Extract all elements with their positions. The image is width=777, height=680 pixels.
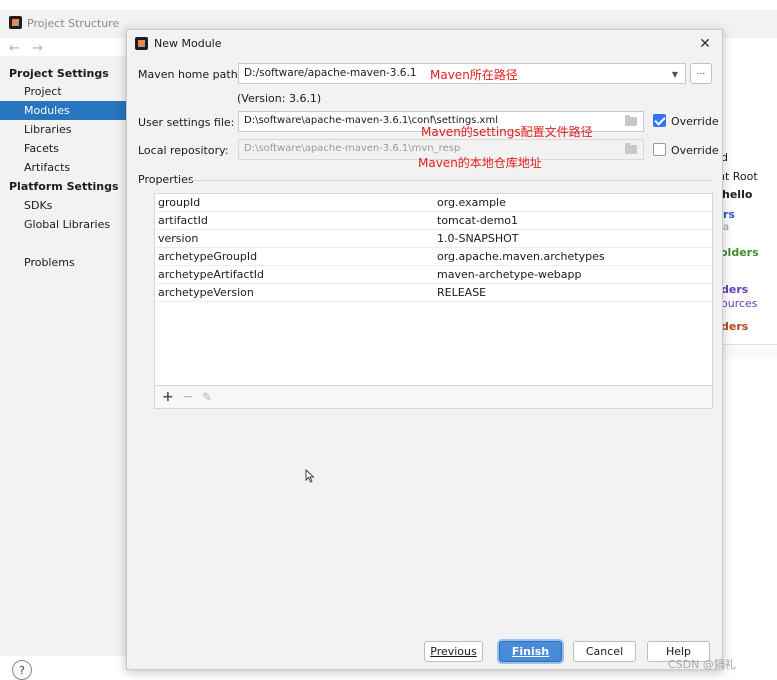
- sidebar-item-project[interactable]: Project: [0, 82, 126, 101]
- table-row[interactable]: artifactId tomcat-demo1: [155, 212, 712, 230]
- table-row[interactable]: archetypeGroupId org.apache.maven.archet…: [155, 248, 712, 266]
- chevron-down-icon[interactable]: ▼: [667, 64, 683, 85]
- table-row[interactable]: groupId org.example: [155, 194, 712, 212]
- table-row[interactable]: version 1.0-SNAPSHOT: [155, 230, 712, 248]
- help-icon[interactable]: ?: [12, 660, 32, 680]
- properties-toolbar: + − ✎: [155, 385, 712, 408]
- maven-home-label: Maven home path:: [138, 68, 241, 81]
- property-value: maven-archetype-webapp: [437, 268, 582, 281]
- bg-fragment-ders-excluded: ders: [721, 320, 749, 333]
- property-value: org.apache.maven.archetypes: [437, 250, 605, 263]
- table-row[interactable]: archetypeArtifactId maven-archetype-weba…: [155, 266, 712, 284]
- folder-icon[interactable]: [625, 115, 637, 126]
- property-value: RELEASE: [437, 286, 487, 299]
- remove-icon[interactable]: −: [182, 389, 194, 405]
- browse-button[interactable]: ...: [690, 63, 712, 84]
- bg-fragment-ders: ders: [721, 283, 749, 296]
- user-settings-label: User settings file:: [138, 116, 235, 129]
- local-repo-override-label[interactable]: Override: [671, 144, 719, 157]
- cancel-button[interactable]: Cancel: [573, 641, 636, 662]
- sidebar-item-libraries[interactable]: Libraries: [0, 120, 126, 139]
- sidebar-item-facets[interactable]: Facets: [0, 139, 126, 158]
- user-settings-override-checkbox[interactable]: [653, 114, 666, 127]
- bg-fragment-ources: ources: [721, 297, 758, 310]
- property-key: version: [158, 232, 199, 245]
- sidebar-item-global-libraries[interactable]: Global Libraries: [0, 215, 126, 234]
- finish-button[interactable]: Finish: [499, 641, 562, 662]
- annotation-local-repo: Maven的本地仓库地址: [418, 156, 542, 170]
- property-value: tomcat-demo1: [437, 214, 519, 227]
- maven-home-label-text: Maven home path:: [138, 68, 242, 81]
- bg-fragment-rs: rs: [723, 208, 735, 221]
- add-icon[interactable]: +: [162, 389, 174, 405]
- project-structure-title: Project Structure: [27, 17, 120, 30]
- previous-button[interactable]: Previous: [424, 641, 483, 662]
- sidebar-item-artifacts[interactable]: Artifacts: [0, 158, 126, 177]
- back-forward-arrows-icon[interactable]: ← →: [9, 41, 47, 56]
- property-key: groupId: [158, 196, 201, 209]
- local-repo-label: Local repository:: [138, 144, 229, 157]
- sidebar-item-sdks[interactable]: SDKs: [0, 196, 126, 215]
- user-settings-override-label[interactable]: Override: [671, 115, 719, 128]
- annotation-settings: Maven的settings配置文件路径: [421, 125, 593, 139]
- local-repo-override-checkbox[interactable]: [653, 143, 666, 156]
- maven-home-value: D:/software/apache-maven-3.6.1: [244, 67, 417, 79]
- bg-fragment-hello: \hello: [718, 188, 753, 201]
- sidebar-section-platform-settings: Platform Settings: [9, 180, 119, 193]
- dialog-title: New Module: [154, 37, 222, 50]
- close-icon[interactable]: ✕: [695, 34, 715, 54]
- annotation-maven-home: Maven所在路径: [430, 68, 518, 82]
- sidebar-section-project-settings: Project Settings: [9, 67, 109, 80]
- bg-fragment-a: a: [723, 222, 730, 233]
- intellij-logo-icon: [135, 37, 148, 50]
- csdn-watermark: CSDN @鍋礼: [668, 658, 736, 671]
- folder-icon[interactable]: [625, 143, 637, 154]
- maven-version-text: (Version: 3.6.1): [237, 92, 322, 105]
- property-key: archetypeVersion: [158, 286, 254, 299]
- properties-separator: [187, 180, 713, 181]
- property-key: artifactId: [158, 214, 208, 227]
- property-value: org.example: [437, 196, 506, 209]
- local-repo-value: D:\software\apache-maven-3.6.1\mvn_resp: [244, 143, 461, 154]
- mouse-cursor-icon: [305, 469, 315, 483]
- bg-fragment-content-root: nt Root: [718, 170, 758, 183]
- properties-table: groupId org.example artifactId tomcat-de…: [154, 193, 713, 483]
- property-key: archetypeGroupId: [158, 250, 258, 263]
- property-key: archetypeArtifactId: [158, 268, 264, 281]
- bg-fragment-olders: olders: [720, 246, 759, 259]
- new-module-dialog: New Module ✕ Maven home path: D:/softwar…: [126, 29, 723, 670]
- edit-icon[interactable]: ✎: [202, 389, 212, 405]
- properties-label: Properties: [138, 173, 194, 186]
- project-structure-sidebar: Project Settings Project Modules Librari…: [0, 56, 126, 656]
- sidebar-item-modules[interactable]: Modules: [0, 101, 126, 120]
- property-value: 1.0-SNAPSHOT: [437, 232, 519, 245]
- intellij-logo-icon: [9, 16, 22, 29]
- sidebar-item-problems[interactable]: Problems: [0, 253, 126, 272]
- bg-strip: [716, 344, 777, 358]
- table-row[interactable]: archetypeVersion RELEASE: [155, 284, 712, 302]
